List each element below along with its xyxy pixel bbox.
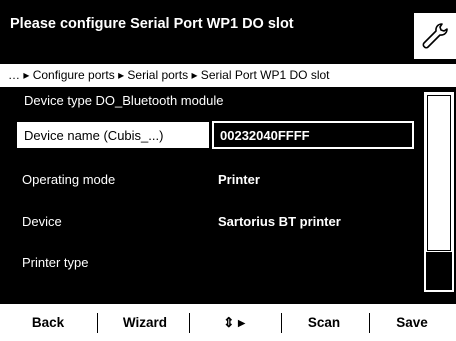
device-type-row: Device type DO_Bluetooth module [0, 87, 420, 114]
device-name-label-box: Device name (Cubis_...) [16, 121, 210, 149]
scrollbar-bottom [426, 252, 452, 290]
scan-button[interactable]: Scan [288, 304, 360, 341]
operating-mode-row[interactable]: Operating mode Printer [0, 165, 420, 195]
wizard-button[interactable]: Wizard [104, 304, 186, 341]
toolbar-divider [97, 313, 98, 333]
toolbar-divider [189, 313, 190, 333]
wrench-icon [422, 23, 448, 49]
breadcrumb: … ▸ Configure ports ▸ Serial ports ▸ Ser… [0, 64, 456, 87]
printer-type-label: Printer type [22, 255, 89, 270]
config-form: Device type DO_Bluetooth module Device n… [0, 87, 456, 304]
device-row[interactable]: Device Sartorius BT printer [0, 207, 420, 237]
title-bar: Please configure Serial Port WP1 DO slot [0, 0, 456, 64]
toolbar-divider [281, 313, 282, 333]
operating-mode-label: Operating mode [22, 172, 116, 187]
printer-type-row[interactable]: Printer type [0, 248, 420, 278]
softkey-bar: Back Wizard ⇕ ▸ Scan Save [0, 304, 456, 341]
device-type-label: Device type DO_Bluetooth module [24, 93, 224, 108]
scrollbar-thumb[interactable] [427, 95, 451, 251]
device-value: Sartorius BT printer [218, 214, 341, 229]
save-button[interactable]: Save [376, 304, 448, 341]
page-title: Please configure Serial Port WP1 DO slot [10, 16, 294, 32]
navigate-button[interactable]: ⇕ ▸ [196, 304, 272, 341]
device-name-value: 00232040FFFF [220, 128, 310, 143]
toolbar-divider [369, 313, 370, 333]
device-label: Device [22, 214, 62, 229]
operating-mode-value: Printer [218, 172, 260, 187]
back-button[interactable]: Back [12, 304, 84, 341]
device-name-label: Device name (Cubis_...) [24, 128, 164, 143]
device-name-row[interactable]: Device name (Cubis_...) 00232040FFFF [0, 121, 420, 149]
device-name-field[interactable]: 00232040FFFF [212, 121, 414, 149]
settings-button[interactable] [414, 13, 456, 59]
